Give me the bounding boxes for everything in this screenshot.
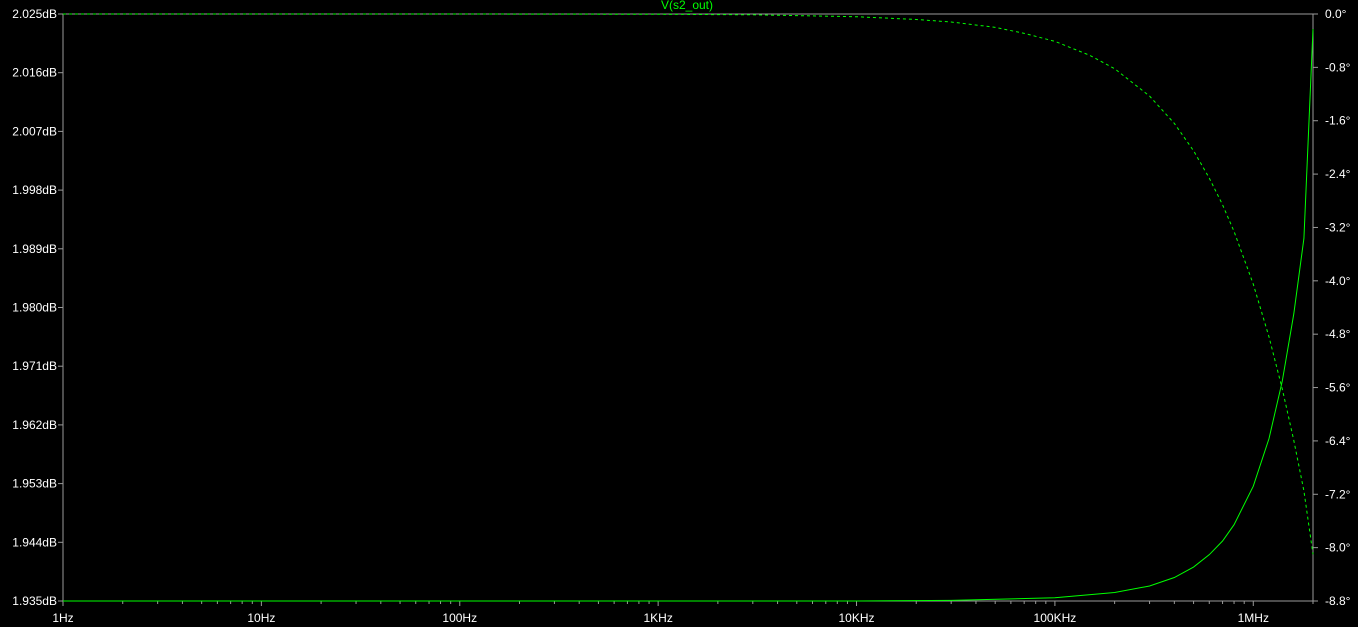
plot-background <box>0 0 1358 627</box>
y-left-tick-label: 2.016dB <box>12 66 57 80</box>
y-right-tick-label: -1.6° <box>1325 114 1351 128</box>
y-left-tick-label: 1.944dB <box>12 535 57 549</box>
chart-title: V(s2_out) <box>661 0 713 12</box>
x-tick-label: 10Hz <box>247 611 275 625</box>
y-left-tick-label: 1.935dB <box>12 594 57 608</box>
y-right-tick-label: -4.8° <box>1325 327 1351 341</box>
y-right-tick-label: -2.4° <box>1325 167 1351 181</box>
x-tick-label: 10KHz <box>839 611 875 625</box>
x-tick-label: 1Hz <box>52 611 73 625</box>
y-right-tick-label: -8.8° <box>1325 594 1351 608</box>
y-right-tick-label: -8.0° <box>1325 541 1351 555</box>
y-right-tick-label: -7.2° <box>1325 487 1351 501</box>
y-right-tick-label: -3.2° <box>1325 220 1351 234</box>
y-left-tick-label: 1.980dB <box>12 301 57 315</box>
x-tick-label: 100KHz <box>1034 611 1077 625</box>
y-right-tick-label: -4.0° <box>1325 274 1351 288</box>
bode-plot: 1Hz 10Hz 100Hz 1KHz 10KHz 100KHz 1MHz 2.025dB 2.… <box>0 0 1358 627</box>
y-right-tick-label: -6.4° <box>1325 434 1351 448</box>
y-right-tick-label: -5.6° <box>1325 381 1351 395</box>
y-left-tick-label: 1.962dB <box>12 418 57 432</box>
y-left-tick-label: 1.989dB <box>12 242 57 256</box>
x-tick-label: 1MHz <box>1238 611 1269 625</box>
y-left-tick-label: 2.007dB <box>12 124 57 138</box>
x-tick-label: 1KHz <box>643 611 672 625</box>
y-right-tick-label: -0.8° <box>1325 60 1351 74</box>
y-left-tick-label: 1.998dB <box>12 183 57 197</box>
y-left-tick-label: 2.025dB <box>12 7 57 21</box>
y-left-tick-label: 1.971dB <box>12 359 57 373</box>
y-left-tick-label: 1.953dB <box>12 477 57 491</box>
x-tick-label: 100Hz <box>442 611 477 625</box>
y-right-tick-label: 0.0° <box>1325 7 1347 21</box>
